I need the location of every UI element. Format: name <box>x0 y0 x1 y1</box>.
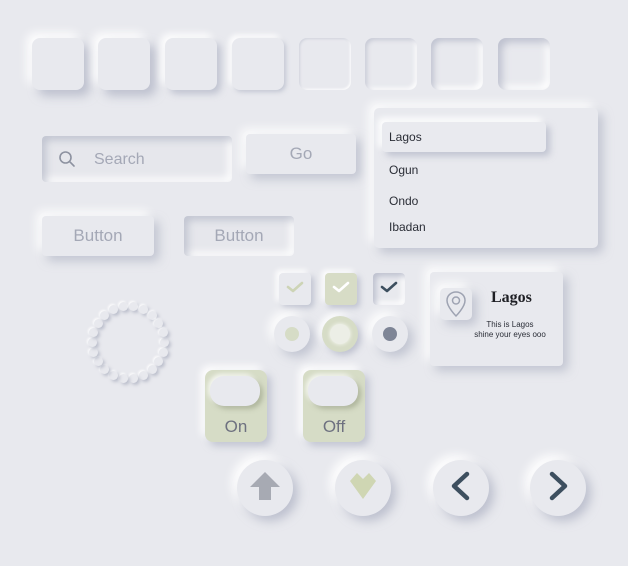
loader-bead <box>129 302 139 312</box>
dropdown-option-ondo[interactable]: Ondo <box>389 194 418 208</box>
check-icon <box>286 280 304 299</box>
arrow-up-icon <box>248 469 282 508</box>
loader-bead <box>160 338 169 347</box>
card-line-1: This is Lagos <box>486 320 534 329</box>
location-card: Lagos This is Lagos shine your eyes ooo <box>430 272 563 366</box>
dropdown-option-ibadan[interactable]: Ibadan <box>389 220 426 234</box>
loader-bead <box>147 310 157 320</box>
loading-spinner <box>88 302 174 388</box>
tile-8 <box>498 38 550 90</box>
heart-button[interactable] <box>335 460 391 516</box>
heart-icon <box>347 470 379 507</box>
loader-bead <box>138 305 148 315</box>
loader-bead <box>88 338 97 347</box>
loader-bead <box>118 302 128 312</box>
dropdown-list[interactable]: Lagos Ogun Ondo Ibadan <box>374 108 598 248</box>
card-title: Lagos <box>491 289 532 306</box>
card-line-2: shine your eyes ooo <box>474 330 546 339</box>
chevron-right-button[interactable] <box>530 460 586 516</box>
search-input[interactable] <box>92 144 226 176</box>
toggle-off-label: Off <box>322 417 346 436</box>
loader-bead <box>100 310 110 320</box>
raised-button[interactable]: Button <box>42 216 154 256</box>
loader-bead <box>158 348 168 358</box>
radio-dot <box>383 327 397 341</box>
loader-bead <box>138 370 148 380</box>
toggle-off[interactable]: Off <box>303 370 365 442</box>
search-icon <box>58 150 76 168</box>
tile-1 <box>32 38 84 90</box>
checkbox-light[interactable] <box>279 273 311 305</box>
chevron-left-icon <box>446 471 476 506</box>
toggle-knob <box>308 376 358 406</box>
tile-4 <box>232 38 284 90</box>
arrow-up-button[interactable] <box>237 460 293 516</box>
go-button[interactable]: Go <box>246 134 356 174</box>
loader-bead <box>158 327 168 337</box>
inset-button[interactable]: Button <box>184 216 294 256</box>
checkbox-accent[interactable] <box>325 273 357 305</box>
loader-bead <box>154 357 164 367</box>
radio-light[interactable] <box>274 316 310 352</box>
check-icon <box>332 280 350 299</box>
tile-2 <box>98 38 150 90</box>
raised-button-label: Button <box>73 226 123 245</box>
search-box[interactable] <box>42 136 232 182</box>
loader-bead <box>147 365 157 375</box>
tile-5 <box>299 38 351 90</box>
toggle-knob <box>210 376 260 406</box>
tile-7 <box>431 38 483 90</box>
loader-bead <box>89 348 99 358</box>
inset-button-label: Button <box>214 226 264 245</box>
radio-dark[interactable] <box>372 316 408 352</box>
dropdown-option-ogun[interactable]: Ogun <box>389 163 418 177</box>
tile-3 <box>165 38 217 90</box>
chevron-right-icon <box>543 471 573 506</box>
loader-bead <box>93 318 103 328</box>
go-button-label: Go <box>289 144 313 163</box>
chevron-left-button[interactable] <box>433 460 489 516</box>
radio-dot <box>330 324 350 344</box>
loader-bead <box>154 318 164 328</box>
tile-6 <box>365 38 417 90</box>
check-icon <box>380 280 398 299</box>
loader-bead <box>100 365 110 375</box>
radio-accent[interactable] <box>322 316 358 352</box>
radio-dot <box>285 327 299 341</box>
checkbox-pressed[interactable] <box>373 273 405 305</box>
loader-bead <box>129 373 139 383</box>
loader-bead <box>109 370 119 380</box>
loader-bead <box>89 327 99 337</box>
loader-bead <box>118 373 128 383</box>
toggle-on[interactable]: On <box>205 370 267 442</box>
toggle-on-label: On <box>224 417 248 436</box>
map-pin-icon <box>440 288 472 320</box>
loader-bead <box>109 305 119 315</box>
dropdown-option-lagos[interactable]: Lagos <box>389 130 422 144</box>
